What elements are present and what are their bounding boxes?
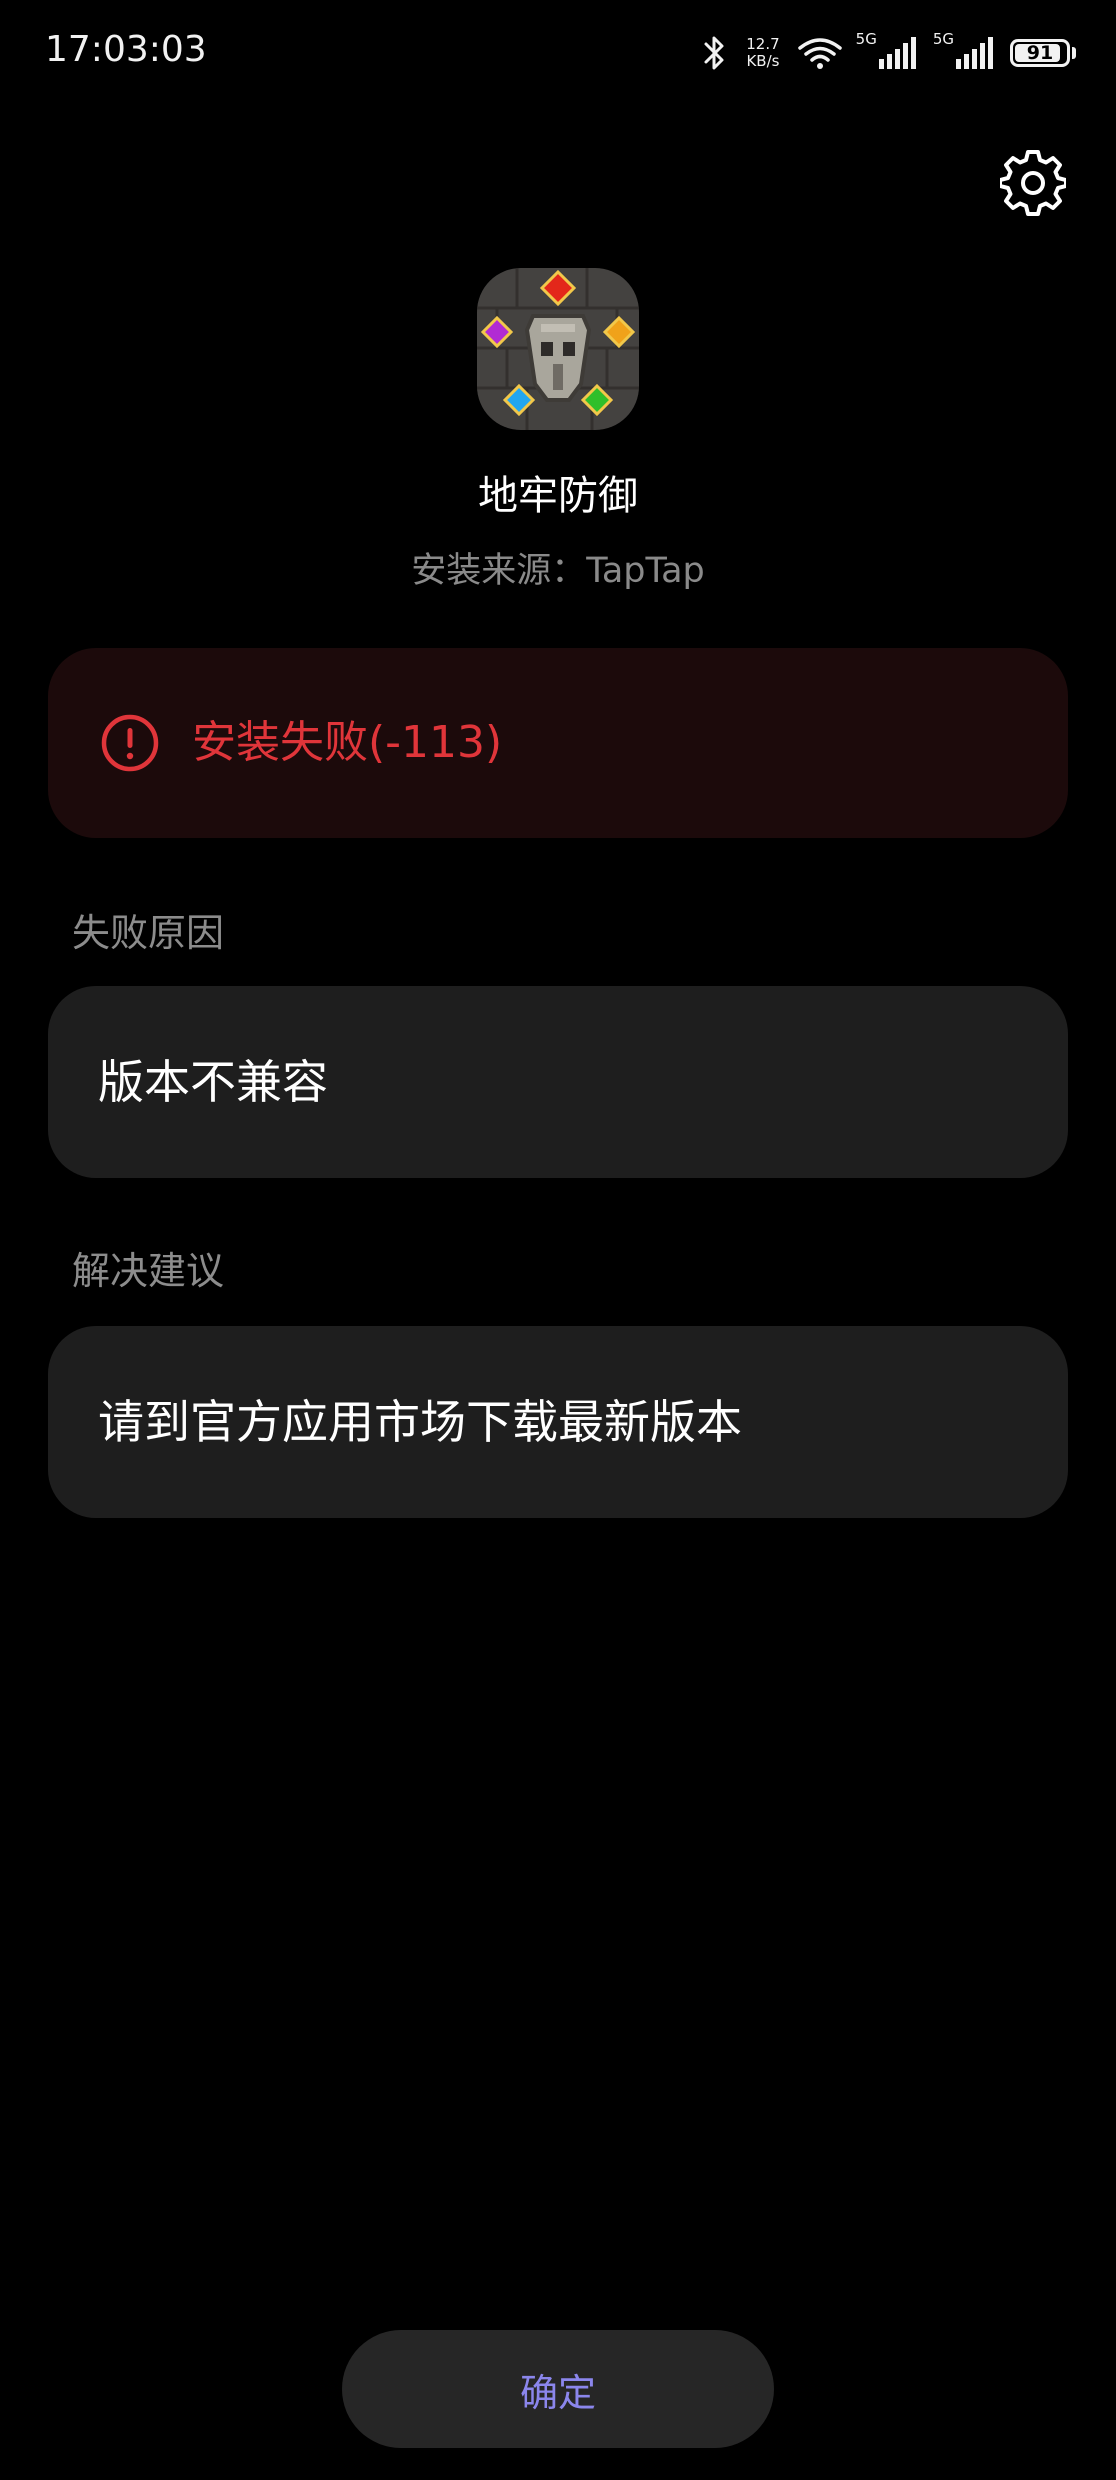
error-icon (101, 714, 159, 772)
status-bar: 17:03:03 12.7 KB/s 5G 5G 91 (0, 0, 1116, 104)
gear-icon[interactable] (1000, 150, 1066, 216)
battery-nub (1072, 47, 1076, 59)
app-name: 地牢防御 (478, 473, 638, 519)
failure-reason-card: 版本不兼容 (48, 986, 1068, 1178)
sim1-network-label: 5G (855, 30, 877, 48)
failure-reason-value: 版本不兼容 (98, 1055, 328, 1109)
status-time: 17:03:03 (45, 29, 207, 70)
confirm-button[interactable]: 确定 (342, 2330, 774, 2448)
solution-label: 解决建议 (72, 1249, 225, 1293)
battery-level: 91 (1026, 42, 1054, 64)
bluetooth-icon (704, 36, 724, 70)
signal-icon (956, 37, 993, 69)
network-speed: 12.7 KB/s (746, 36, 779, 70)
error-message: 安装失败(-113) (192, 717, 503, 768)
solution-card: 请到官方应用市场下载最新版本 (48, 1326, 1068, 1518)
install-source: 安装来源：TapTap (411, 551, 705, 591)
battery-icon: 91 (1010, 39, 1070, 67)
status-icons: 12.7 KB/s 5G 5G 91 (702, 28, 1076, 78)
app-icon-dungeon-defense (477, 268, 639, 430)
failure-reason-label: 失败原因 (72, 911, 225, 955)
network-speed-unit: KB/s (746, 52, 780, 70)
error-banner: 安装失败(-113) (48, 648, 1068, 838)
sim2-network-label: 5G (932, 30, 954, 48)
signal-icon (878, 37, 916, 69)
solution-value: 请到官方应用市场下载最新版本 (98, 1395, 742, 1449)
wifi-icon (797, 38, 842, 69)
network-speed-value: 12.7 (746, 35, 780, 53)
